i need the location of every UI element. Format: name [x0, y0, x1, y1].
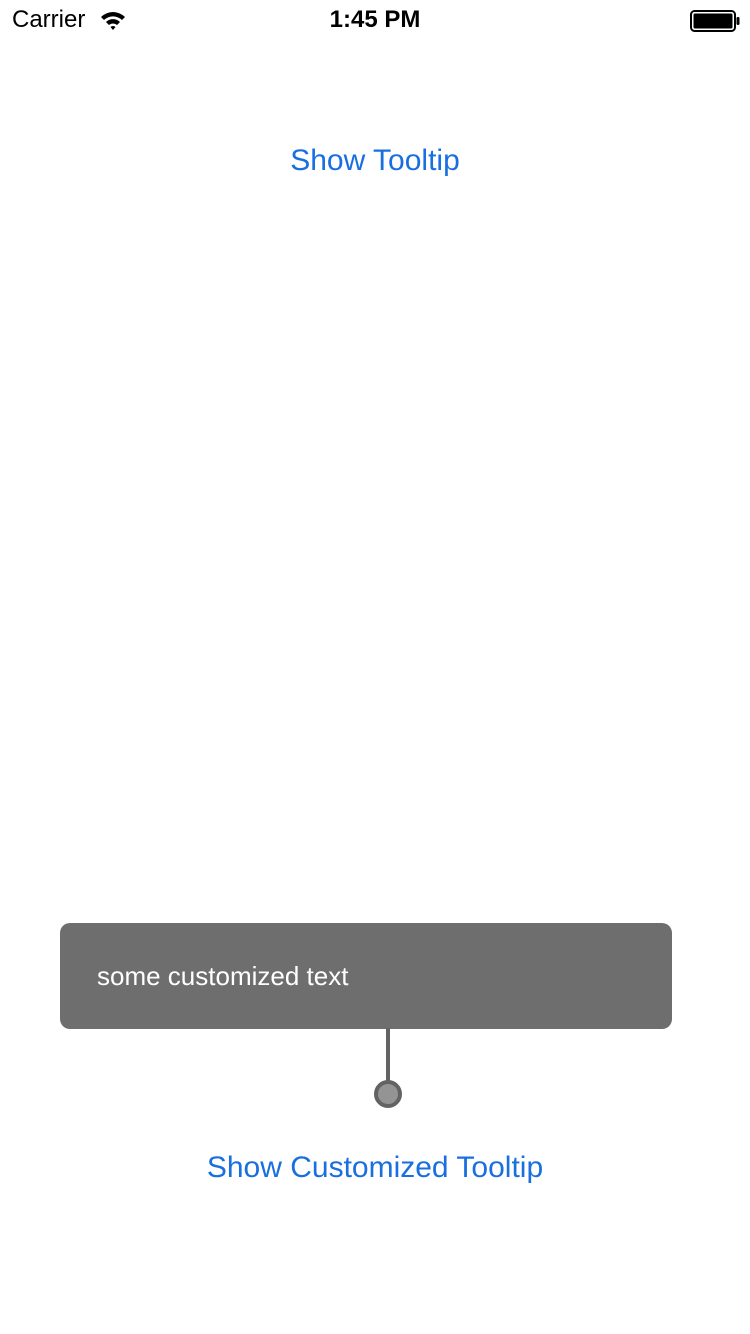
- tooltip-pointer-icon: [374, 1028, 402, 1108]
- battery-icon: [690, 10, 740, 32]
- status-bar: Carrier 1:45 PM: [0, 0, 750, 40]
- customized-tooltip: some customized text: [60, 923, 672, 1029]
- show-tooltip-button[interactable]: Show Tooltip: [0, 143, 750, 179]
- show-customized-tooltip-button[interactable]: Show Customized Tooltip: [0, 1150, 750, 1186]
- tooltip-pointer-dot: [374, 1080, 402, 1108]
- tooltip-text: some customized text: [97, 961, 349, 991]
- status-time: 1:45 PM: [329, 6, 421, 33]
